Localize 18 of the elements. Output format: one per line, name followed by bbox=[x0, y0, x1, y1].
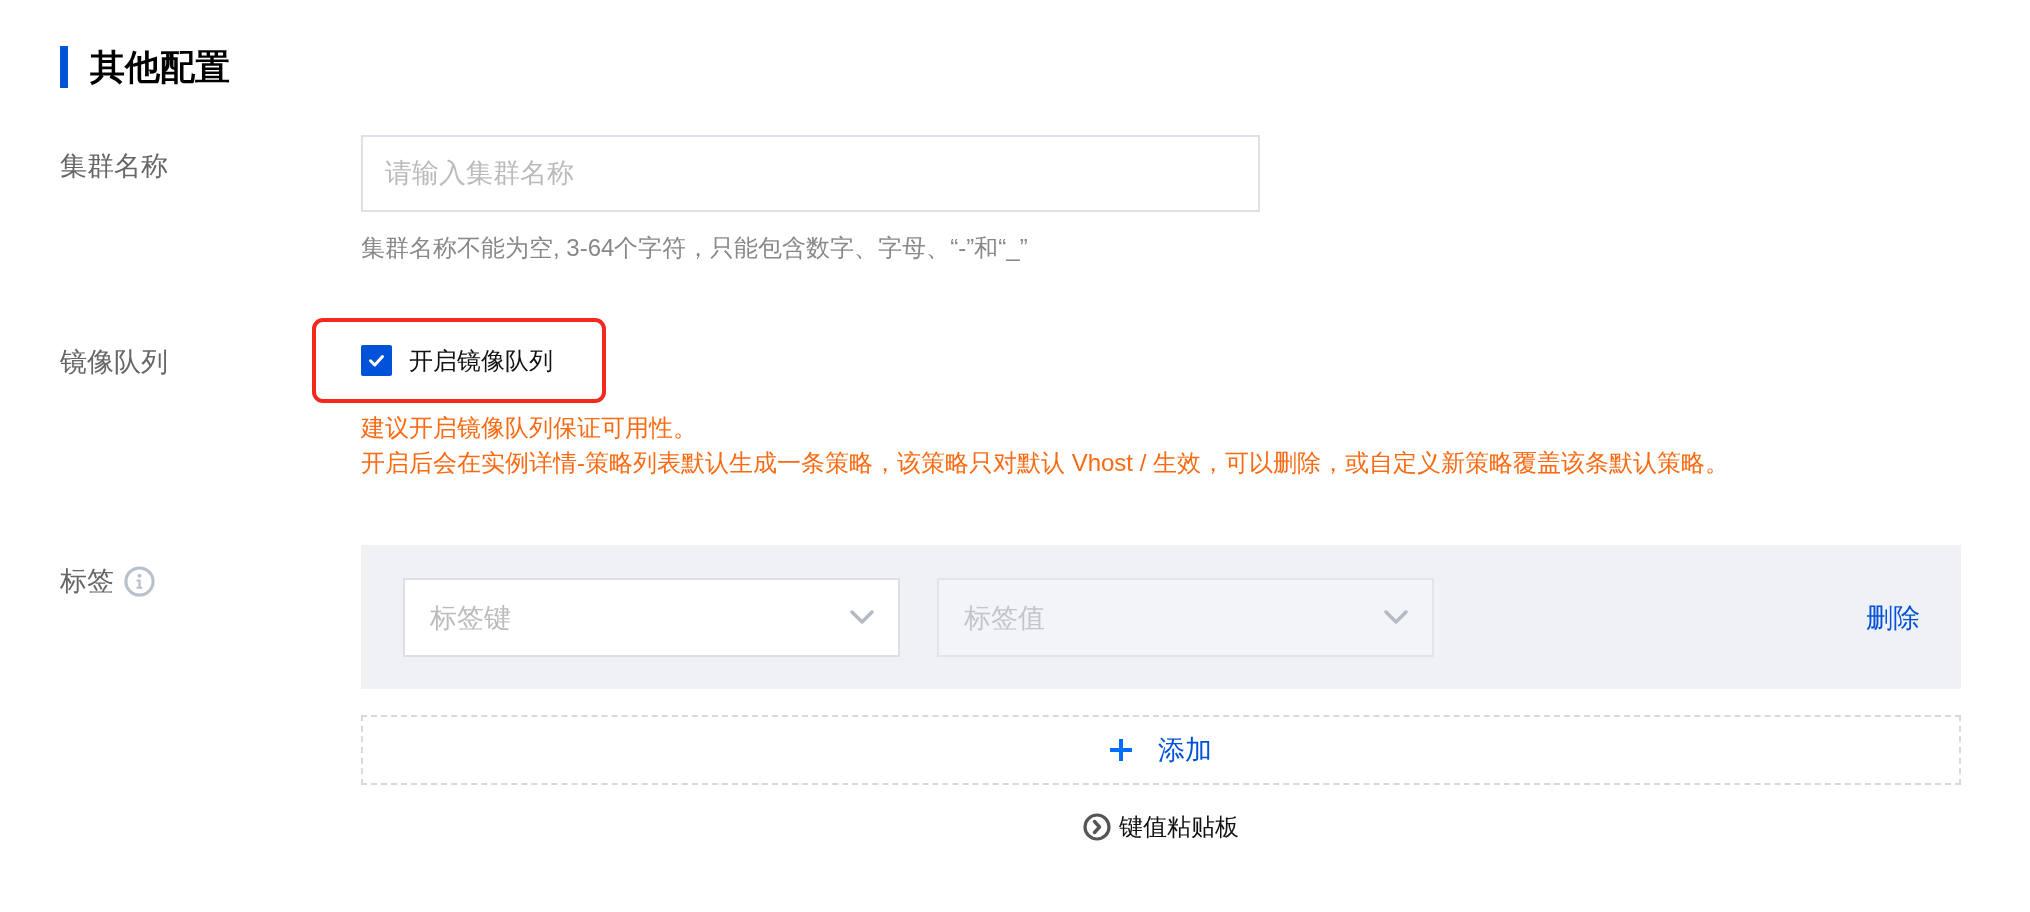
circle-chevron-right-icon bbox=[1083, 813, 1111, 841]
help-text: 集群名称不能为空, 3-64个字符，只能包含数字、字母、“-”和“_” bbox=[361, 233, 1028, 263]
field-label: 镜像队列 bbox=[60, 346, 168, 378]
add-button[interactable]: 添加 bbox=[361, 715, 1961, 785]
field-label: 集群名称 bbox=[60, 150, 168, 182]
delete-link[interactable]: 删除 bbox=[1866, 601, 1920, 634]
paste-board-button[interactable]: 键值粘贴板 bbox=[1083, 811, 1239, 843]
warning-text: 建议开启镜像队列保证可用性。 bbox=[361, 413, 697, 443]
warning-text: 开启后会在实例详情-策略列表默认生成一条策略，该策略只对默认 Vhost / 生效，可以删除，或自定义新策略覆盖该条默认策略。 bbox=[361, 448, 1730, 478]
text-input[interactable]: 请输入集群名称 bbox=[361, 135, 1260, 212]
checkbox[interactable] bbox=[361, 345, 392, 376]
title-accent-bar bbox=[60, 46, 68, 88]
chevron-down-icon bbox=[1384, 610, 1408, 625]
plus-icon bbox=[1110, 739, 1132, 761]
chevron-down-icon bbox=[850, 610, 874, 625]
checkbox-label[interactable]: 开启镜像队列 bbox=[409, 344, 553, 377]
section-title: 其他配置 bbox=[90, 46, 230, 88]
field-label: 标签 bbox=[60, 565, 114, 597]
